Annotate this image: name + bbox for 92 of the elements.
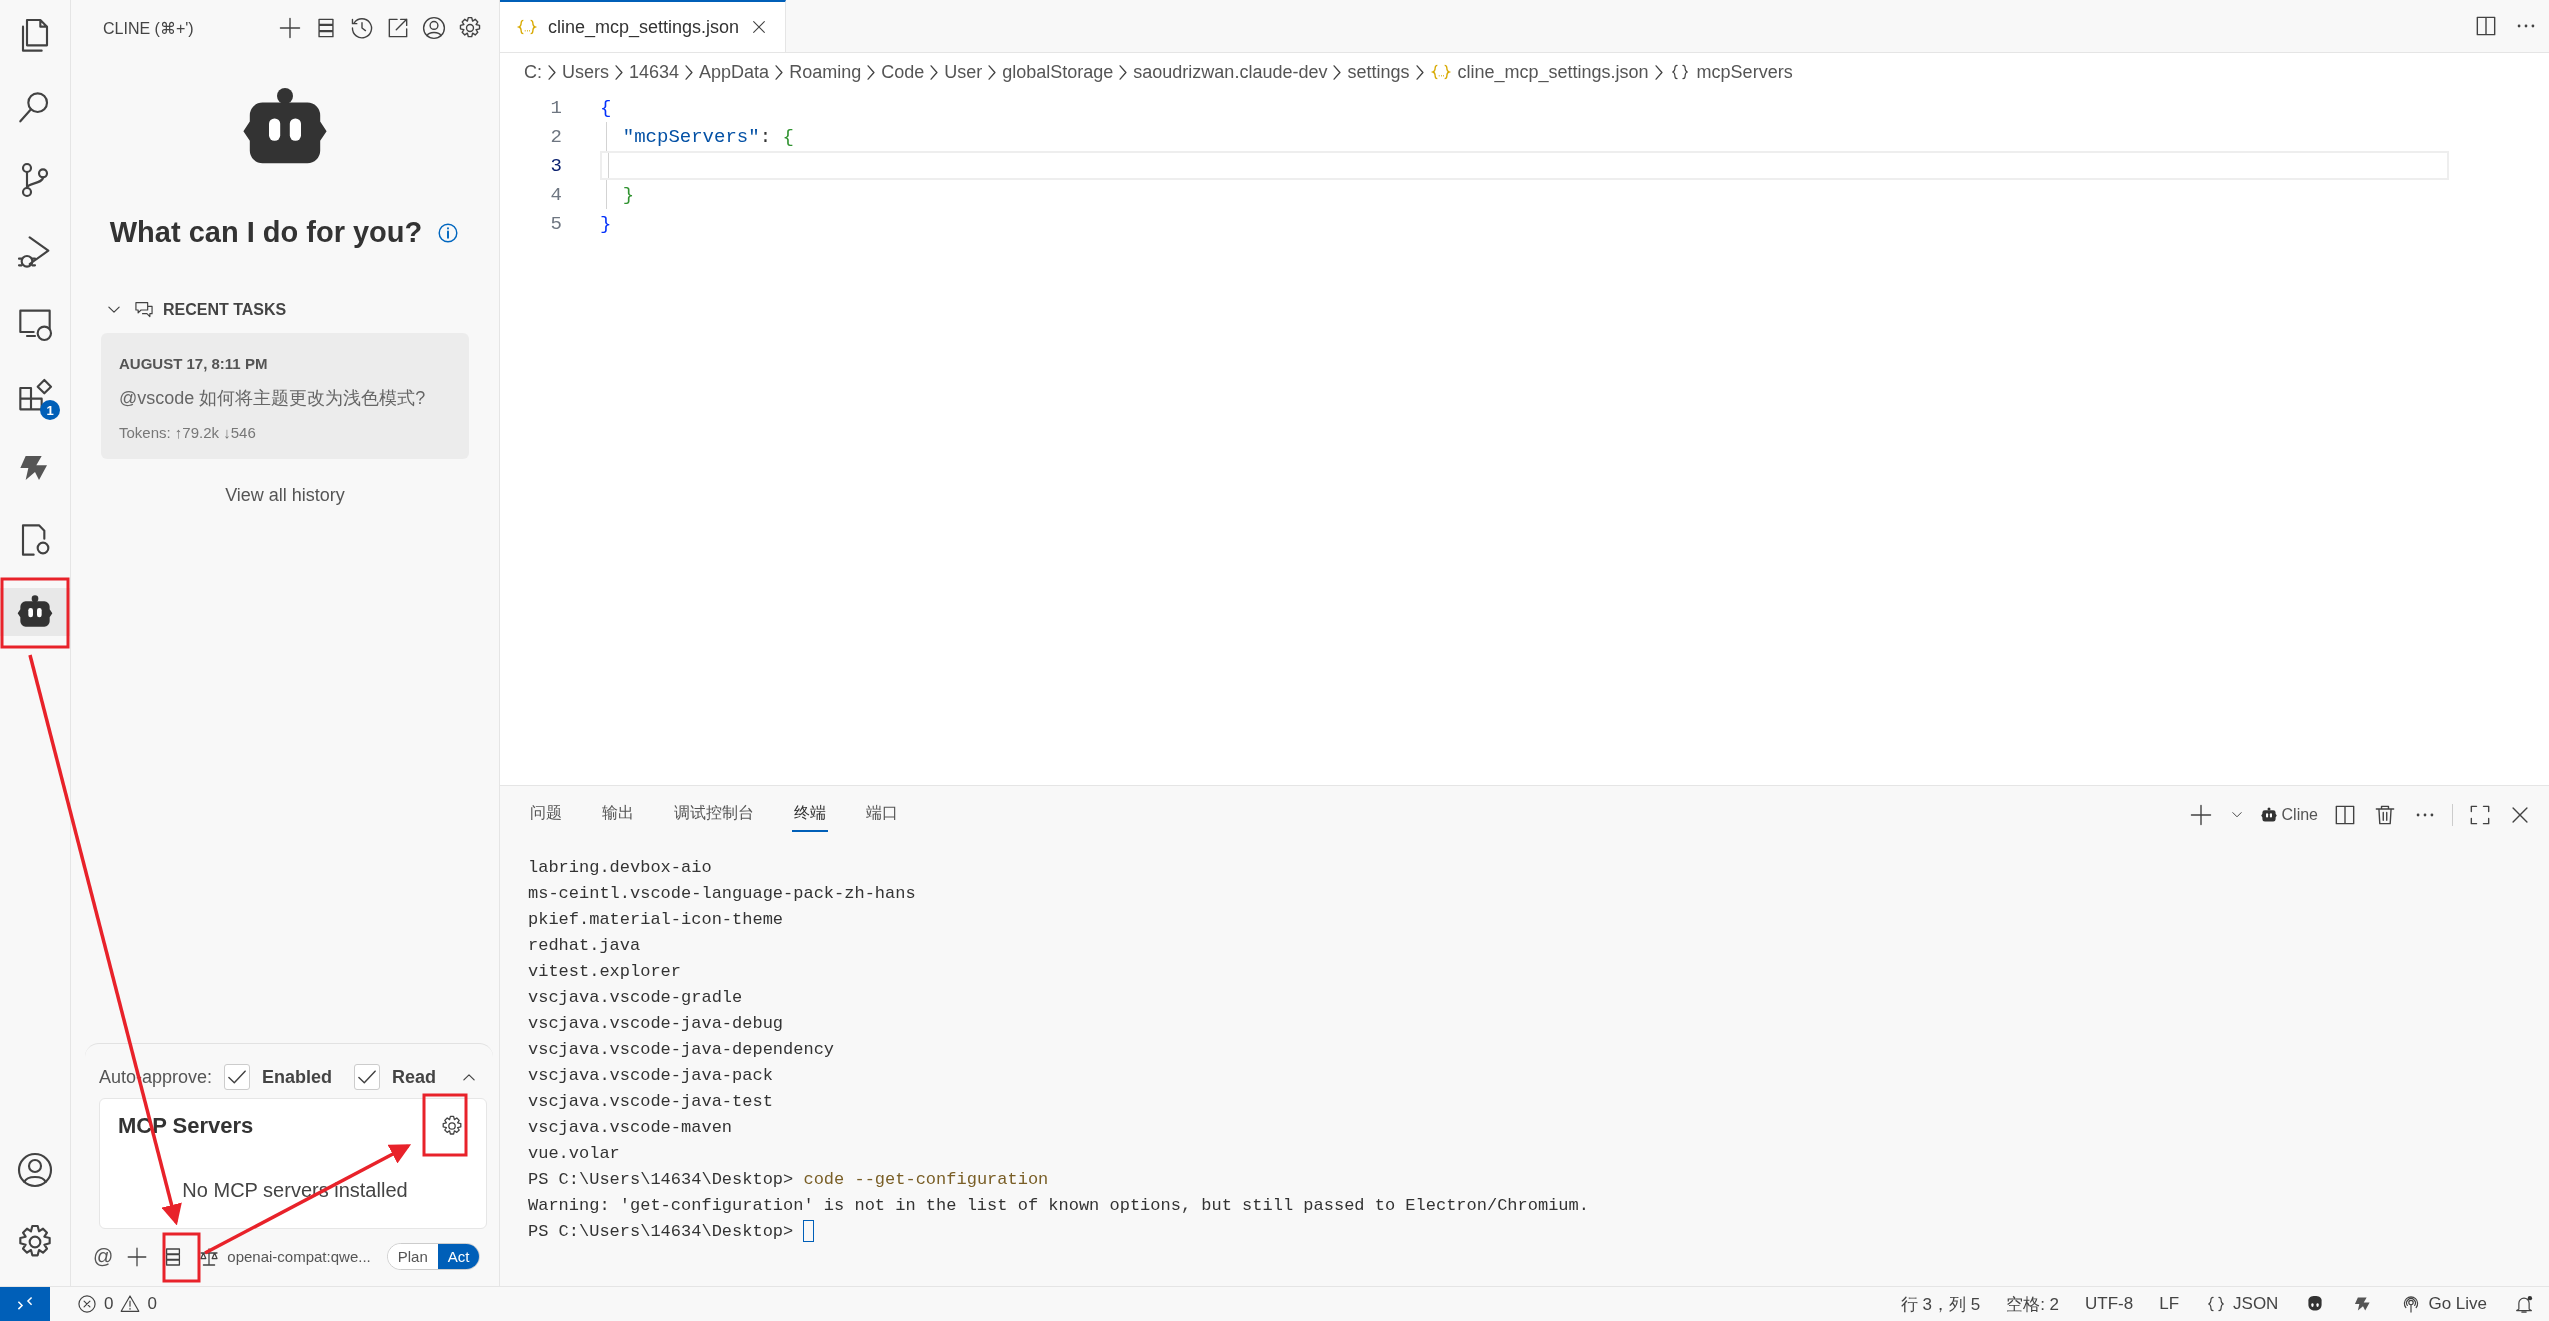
code-line: } (600, 211, 613, 237)
mention-button[interactable]: @ (93, 1245, 114, 1268)
line-number: 2 (549, 125, 563, 148)
plus-icon[interactable] (277, 15, 303, 41)
terminal-text: vscjava.vscode-maven (528, 1117, 733, 1137)
robot-icon (2259, 806, 2278, 824)
checkbox[interactable] (224, 1064, 251, 1090)
chevron-right-icon (1119, 64, 1128, 80)
breadcrumb-item[interactable]: 14634 (629, 61, 680, 83)
chevron-right-icon (685, 64, 694, 80)
history-link[interactable]: View all history (225, 485, 345, 506)
account-icon[interactable] (15, 1150, 55, 1190)
panel-tab[interactable]: 输出 (600, 798, 636, 832)
cursor-position[interactable]: 行 3，列 5 (1900, 1292, 1981, 1316)
check-icon (228, 1070, 247, 1084)
chevron-right-icon (930, 64, 939, 80)
panel-title: CLINE (⌘+') (103, 18, 195, 38)
settings-icon[interactable] (440, 1114, 464, 1138)
breadcrumb-item[interactable]: cline_mcp_settings.json (1457, 61, 1649, 83)
chevron-right-icon (1415, 64, 1424, 80)
checkbox[interactable] (354, 1064, 381, 1090)
editor-tab[interactable]: cline_mcp_settings.json (500, 0, 787, 52)
chevron-right-icon (988, 64, 997, 80)
history-icon[interactable] (349, 15, 375, 41)
error-count[interactable]: 0 (104, 1294, 114, 1314)
indentation[interactable]: 空格: 2 (2006, 1292, 2060, 1316)
terminal-text: Warning: 'get-configuration' is not in the list of known options, but still passed to Electron/Chromium. (528, 1195, 1589, 1215)
breadcrumb-item[interactable]: Roaming (789, 61, 862, 83)
terminal-text: pkief.material-icon-theme (528, 909, 784, 929)
terminal-text: vue.volar (528, 1143, 620, 1163)
encoding[interactable]: UTF-8 (2085, 1294, 2134, 1314)
breadcrumb-item[interactable]: globalStorage (1002, 61, 1114, 83)
terminal-text: ms-ceintl.vscode-language-pack-zh-hans (528, 883, 916, 903)
breadcrumb-item[interactable]: Users (562, 61, 609, 83)
chevron-right-icon (1654, 64, 1663, 80)
chevron-right-icon (1333, 64, 1342, 80)
breadcrumb-item[interactable]: C: (524, 61, 542, 83)
error-icon[interactable] (76, 1293, 98, 1315)
chevron-right-icon (775, 64, 784, 80)
check-icon (358, 1070, 377, 1084)
terminal-text: vscjava.vscode-gradle (528, 987, 743, 1007)
checkbox-label: Enabled (262, 1066, 333, 1088)
terminal-text: labring.devbox-aio (528, 857, 712, 877)
terminal-text: vscjava.vscode-java-pack (528, 1065, 773, 1085)
terminal-text: vitest.explorer (528, 961, 682, 981)
breadcrumb-item[interactable]: saoudrizwan.claude-dev (1133, 61, 1328, 83)
line-number: 3 (549, 154, 563, 177)
model-selector[interactable]: openai-compat:qwe... (227, 1248, 371, 1265)
panel-tab[interactable]: 调试控制台 (672, 798, 756, 832)
chevron-right-icon (615, 64, 623, 80)
terminal-text: vscjava.vscode-java-debug (528, 1013, 784, 1033)
panel-tab[interactable]: 终端 (792, 798, 828, 832)
task-text: @vscode 如何将主题更改为浅色模式? (119, 387, 427, 410)
terminal-text: PS C:\Users\14634\Desktop> (528, 1169, 795, 1189)
mode-option[interactable]: Plan (387, 1244, 438, 1269)
line-ending[interactable]: LF (2159, 1294, 2180, 1314)
warning-icon[interactable] (119, 1293, 142, 1315)
warning-count[interactable]: 0 (147, 1294, 157, 1314)
language-mode[interactable]: JSON (2233, 1294, 2279, 1314)
highlight-box (422, 1093, 468, 1157)
token-count: Tokens: ↑79.2k ↓546 (119, 424, 257, 441)
panel-tab[interactable]: 端口 (864, 798, 900, 832)
go-live-button[interactable]: Go Live (2428, 1294, 2487, 1314)
terminal-text: vscjava.vscode-java-test (528, 1091, 773, 1111)
terminal-command: code --get-configuration (803, 1169, 1049, 1189)
breadcrumb-item[interactable]: Code (881, 61, 925, 83)
terminal-text: redhat.java (528, 935, 641, 955)
chevron-right-icon (867, 64, 876, 80)
panel-tab[interactable]: 问题 (528, 798, 564, 832)
highlight-box (0, 577, 70, 649)
code-line: { (600, 95, 613, 121)
mode-option[interactable]: Act (437, 1244, 480, 1269)
task-date: AUGUST 17, 8:11 PM (119, 355, 269, 372)
breadcrumb-item[interactable]: settings (1347, 61, 1410, 83)
count-badge: 1 (40, 400, 60, 420)
notification-bell-icon[interactable] (2513, 1293, 2535, 1315)
heading: What can I do for you? (109, 216, 423, 249)
breadcrumb-item[interactable]: mcpServers (1696, 61, 1793, 83)
breadcrumb-item[interactable]: AppData (699, 61, 770, 83)
highlight-box (162, 1232, 201, 1283)
terminal-name[interactable]: Cline (2281, 806, 2318, 824)
line-number: 4 (549, 183, 563, 206)
terminal-text: PS C:\Users\14634\Desktop> (528, 1221, 795, 1241)
section-header[interactable]: RECENT TASKS (163, 301, 287, 319)
terminal-text: vscjava.vscode-java-dependency (528, 1039, 835, 1059)
checkbox-label: Read (392, 1066, 437, 1088)
breadcrumb-item[interactable]: User (944, 61, 983, 83)
task-card[interactable]: AUGUST 17, 8:11 PM @vscode 如何将主题更改为浅色模式? Tokens: ↑79.2k ↓546 (101, 333, 469, 459)
chevron-right-icon (548, 64, 556, 80)
account-icon[interactable] (421, 15, 447, 41)
line-number: 1 (549, 96, 563, 119)
line-number: 5 (549, 212, 563, 235)
